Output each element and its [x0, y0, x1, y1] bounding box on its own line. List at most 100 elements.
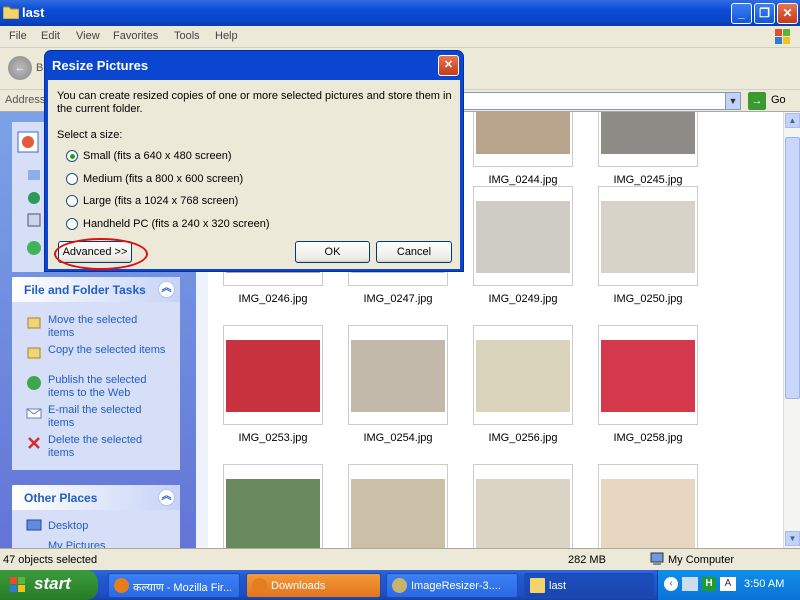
go-button-label[interactable]: Go	[771, 94, 786, 106]
file-thumbnail[interactable]	[473, 112, 573, 167]
radio-small[interactable]	[66, 150, 78, 162]
place-my-pictures[interactable]: My Pictures	[48, 540, 166, 548]
file-name[interactable]: IMG_0246.jpg	[218, 293, 328, 305]
file-thumbnail[interactable]	[473, 325, 573, 425]
clock-icon	[27, 241, 41, 255]
start-button[interactable]: start	[0, 570, 98, 600]
option-large-label[interactable]: Large (fits a 1024 x 768 screen)	[83, 195, 238, 207]
other-places-header[interactable]: Other Places ︽	[12, 485, 180, 510]
other-places-box: Other Places ︽ Desktop My Pictures	[12, 485, 180, 548]
go-arrow-icon[interactable]: →	[748, 92, 766, 110]
taskbar-label: ImageResizer-3....	[411, 580, 501, 592]
chevron-down-icon[interactable]: ▼	[725, 92, 741, 110]
scrollbar-thumb[interactable]	[785, 137, 800, 399]
file-folder-tasks-box: File and Folder Tasks ︽ Move the selected…	[12, 277, 180, 470]
file-thumbnail[interactable]	[598, 186, 698, 286]
task-delete[interactable]: Delete the selected items	[48, 434, 166, 460]
radio-large[interactable]	[66, 195, 78, 207]
file-thumbnail[interactable]	[473, 464, 573, 548]
file-thumbnail[interactable]	[598, 325, 698, 425]
file-thumbnail[interactable]	[223, 464, 323, 548]
cancel-button[interactable]: Cancel	[376, 241, 452, 263]
menu-favorites[interactable]: Favorites	[113, 30, 158, 42]
radio-medium[interactable]	[66, 173, 78, 185]
back-arrow-icon[interactable]: ←	[8, 56, 32, 80]
menu-edit[interactable]: Edit	[41, 30, 60, 42]
taskbar-button-firefox[interactable]: कल्याण - Mozilla Fir...	[108, 573, 240, 598]
thumbnail-image	[601, 479, 695, 548]
file-thumbnail[interactable]	[598, 112, 698, 167]
thumbnail-image	[351, 340, 445, 412]
file-name[interactable]: IMG_0256.jpg	[468, 432, 578, 444]
task-email[interactable]: E-mail the selected items	[48, 404, 166, 430]
ok-button[interactable]: OK	[295, 241, 370, 263]
scroll-down-icon[interactable]: ▼	[785, 531, 800, 546]
copy-cd-icon	[27, 213, 41, 227]
option-small-label[interactable]: Small (fits a 640 x 480 screen)	[83, 150, 232, 162]
menu-help[interactable]: Help	[215, 30, 238, 42]
thumbnail-image	[601, 201, 695, 273]
language-h-icon[interactable]: H	[702, 577, 716, 591]
back-button-label[interactable]: B	[36, 62, 43, 74]
installer-icon	[392, 578, 407, 593]
restore-button[interactable]: ❐	[754, 3, 775, 24]
collapse-chevron-icon[interactable]: ︽	[158, 489, 175, 506]
minimize-button[interactable]: _	[731, 3, 752, 24]
title-bar: last _ ❐ ✕	[0, 0, 800, 26]
thumbnail-image	[226, 340, 320, 412]
option-medium-label[interactable]: Medium (fits a 800 x 600 screen)	[83, 173, 243, 185]
task-copy[interactable]: Copy the selected items	[48, 344, 166, 357]
task-move[interactable]: Move the selected items	[48, 314, 166, 340]
email-icon	[26, 408, 42, 419]
menu-tools[interactable]: Tools	[174, 30, 200, 42]
publish-globe-icon	[27, 376, 41, 390]
menu-view[interactable]: View	[76, 30, 100, 42]
firefox-icon	[252, 578, 267, 593]
dialog-close-icon[interactable]: ✕	[438, 55, 459, 76]
thumbnail-image	[601, 340, 695, 412]
collapse-chevron-icon[interactable]: ︽	[158, 281, 175, 298]
radio-handheld[interactable]	[66, 218, 78, 230]
dialog-title: Resize Pictures	[52, 58, 149, 73]
file-name[interactable]: IMG_0254.jpg	[343, 432, 453, 444]
scroll-up-icon[interactable]: ▲	[785, 113, 800, 128]
file-name[interactable]: IMG_0249.jpg	[468, 293, 578, 305]
file-thumbnail[interactable]	[348, 464, 448, 548]
option-handheld-label[interactable]: Handheld PC (fits a 240 x 320 screen)	[83, 218, 270, 230]
file-thumbnail[interactable]	[223, 325, 323, 425]
taskbar-label: कल्याण - Mozilla Fir...	[133, 582, 233, 594]
task-publish[interactable]: Publish the selected items to the Web	[48, 374, 166, 400]
file-name[interactable]: IMG_0247.jpg	[343, 293, 453, 305]
menu-file[interactable]: File	[9, 30, 27, 42]
taskbar-button-imageresizer[interactable]: ImageResizer-3....	[386, 573, 518, 598]
folder-icon	[530, 578, 545, 593]
file-thumbnail[interactable]	[598, 464, 698, 548]
font-a-icon[interactable]: A	[720, 577, 736, 591]
system-tray: ‹ H A 3:50 AM	[657, 570, 800, 600]
thumbnail-image	[476, 201, 570, 273]
show-hidden-icons-icon[interactable]: ‹	[664, 577, 678, 591]
place-desktop[interactable]: Desktop	[48, 520, 166, 533]
file-name[interactable]: IMG_0245.jpg	[593, 174, 703, 186]
taskbar-label: last	[549, 580, 567, 592]
taskbar-button-last[interactable]: last	[524, 573, 654, 598]
taskbar-label: Downloads	[271, 580, 326, 592]
taskbar-button-downloads[interactable]: Downloads	[246, 573, 381, 598]
file-name[interactable]: IMG_0244.jpg	[468, 174, 578, 186]
window-title: last	[22, 5, 45, 20]
status-selected: 47 objects selected	[3, 554, 98, 566]
file-name[interactable]: IMG_0250.jpg	[593, 293, 703, 305]
file-name[interactable]: IMG_0258.jpg	[593, 432, 703, 444]
copy-icon	[27, 347, 41, 359]
network-icon[interactable]	[682, 577, 698, 591]
file-thumbnail[interactable]	[473, 186, 573, 286]
file-name[interactable]: IMG_0253.jpg	[218, 432, 328, 444]
select-size-label: Select a size:	[57, 129, 123, 141]
thumbnail-image	[601, 112, 695, 154]
vertical-scrollbar[interactable]: ▲ ▼	[783, 112, 800, 548]
file-thumbnail[interactable]	[348, 325, 448, 425]
close-button[interactable]: ✕	[777, 3, 798, 24]
file-folder-tasks-header[interactable]: File and Folder Tasks ︽	[12, 277, 180, 302]
thumbnail-image	[476, 340, 570, 412]
start-label: start	[34, 574, 71, 593]
